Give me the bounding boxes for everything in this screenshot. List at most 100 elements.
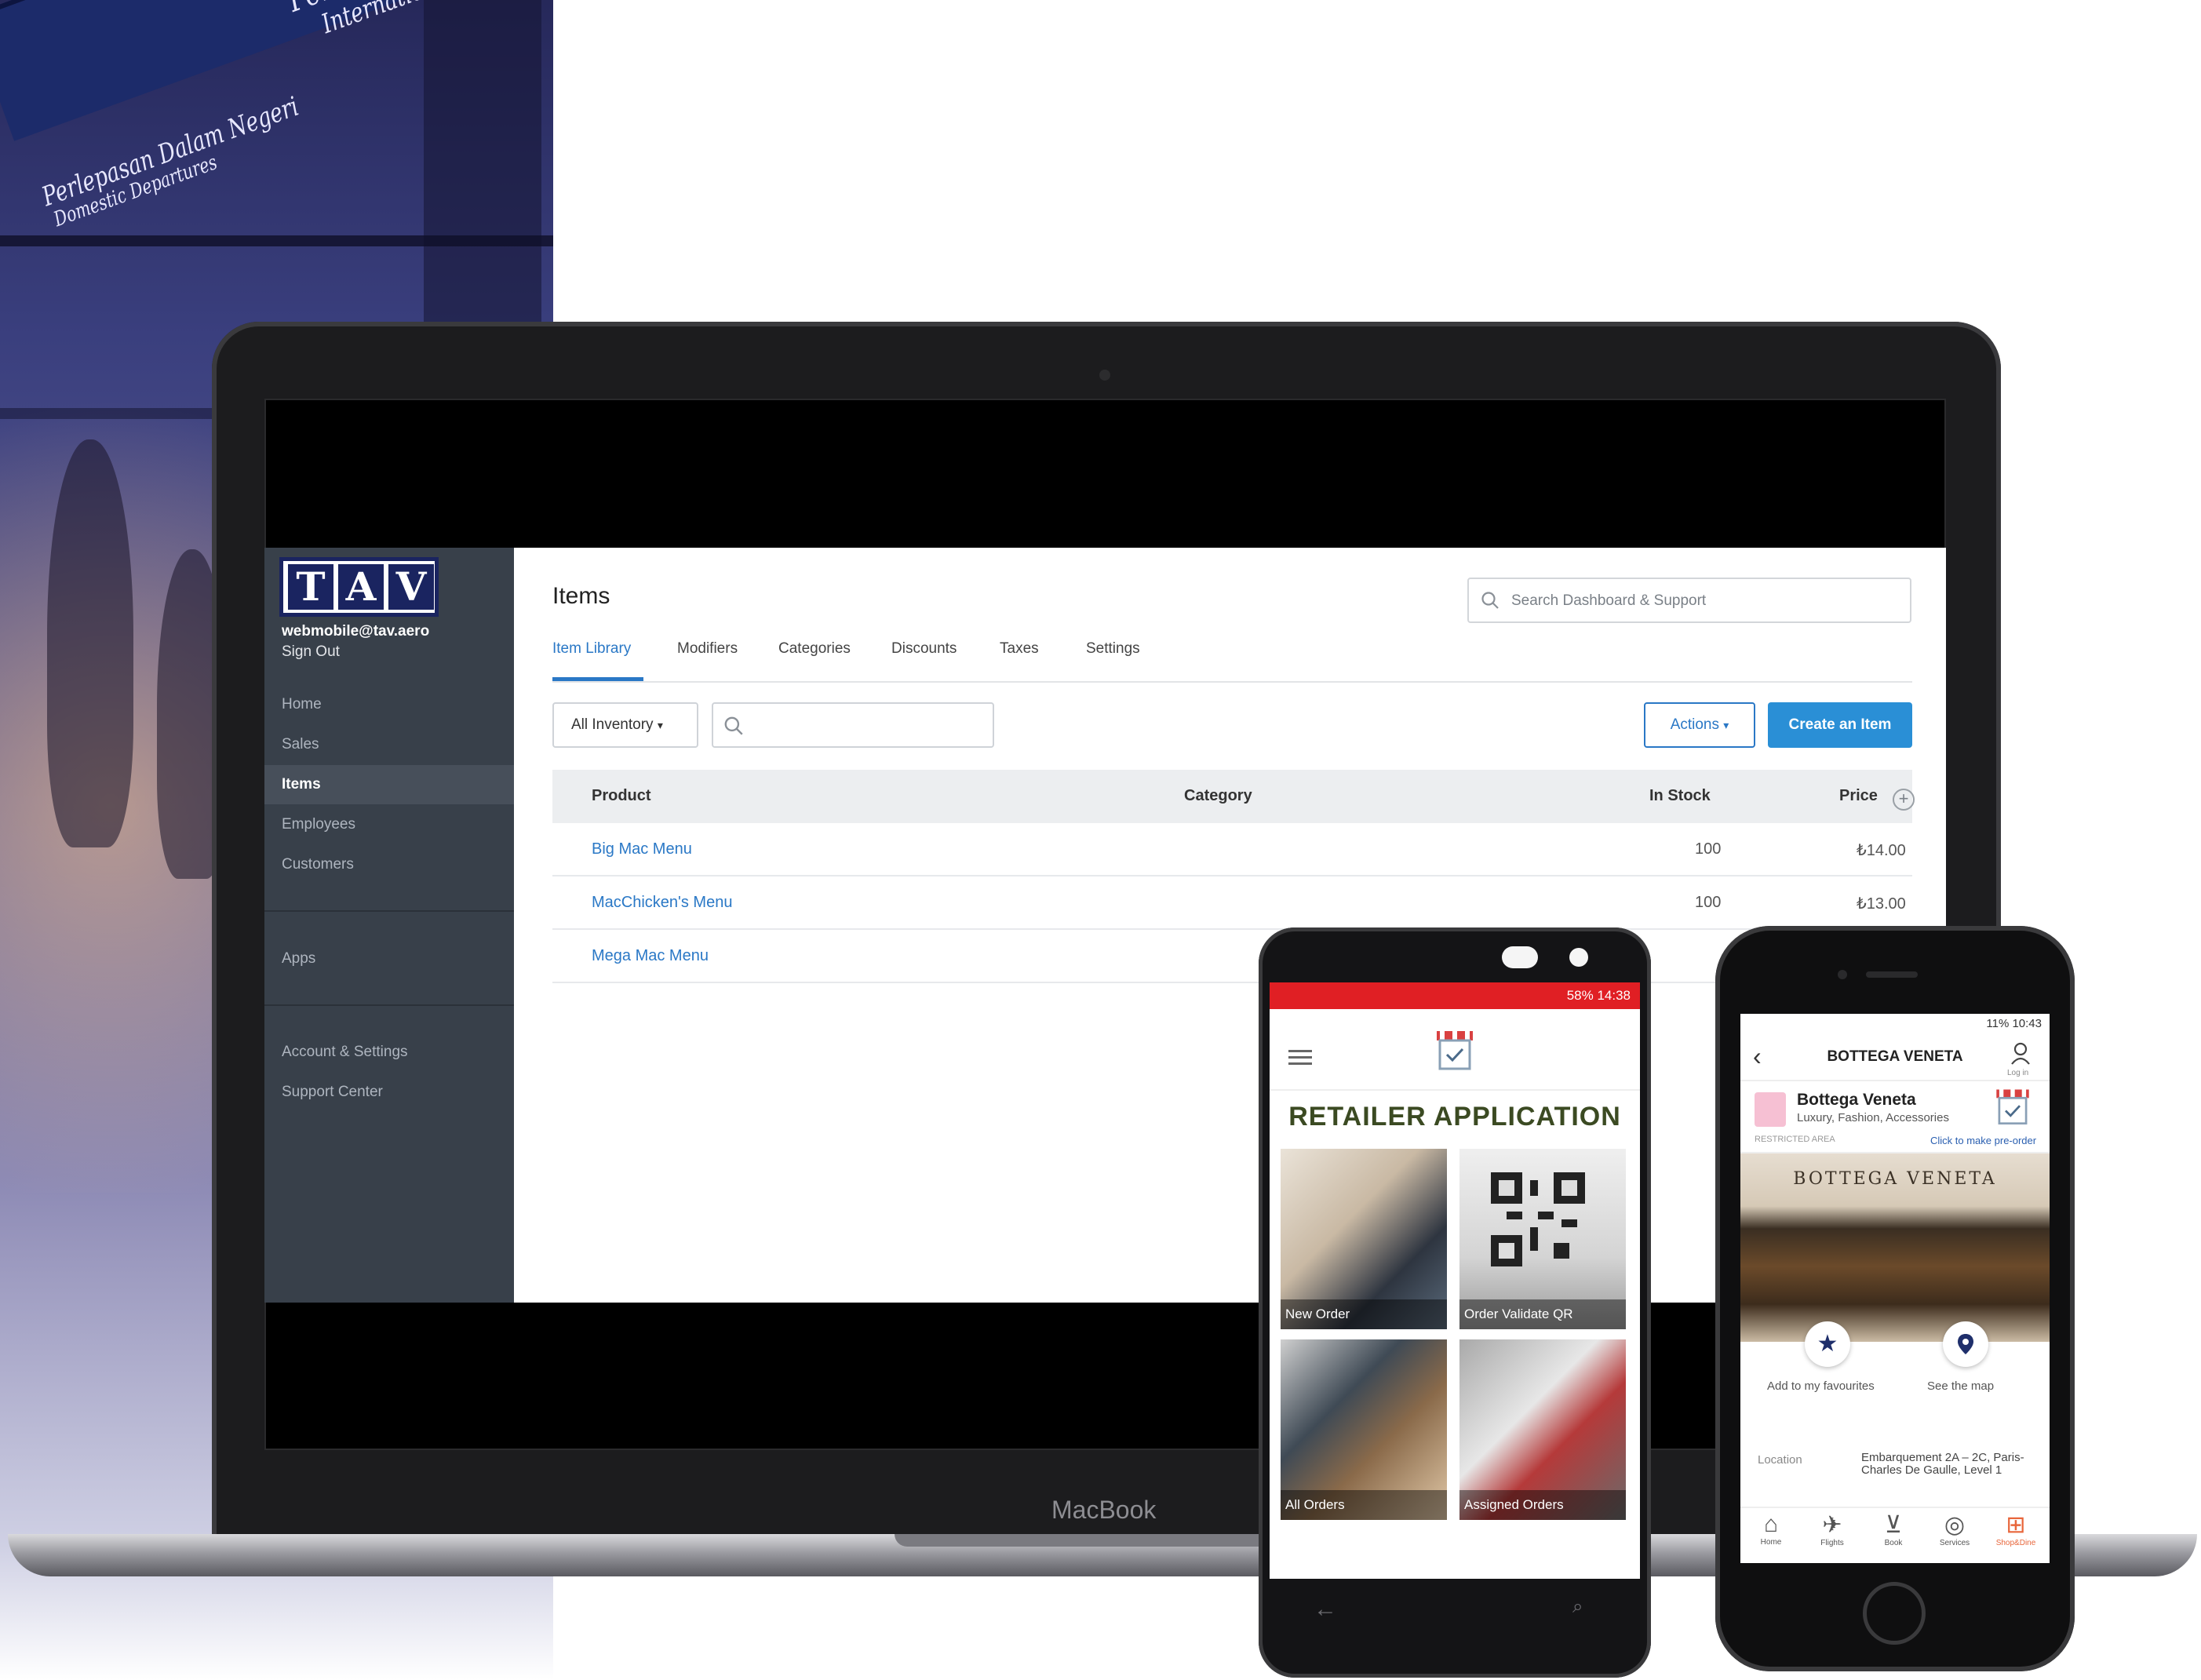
- tab-settings[interactable]: Settings: [1086, 640, 1140, 658]
- hamburger-menu-icon[interactable]: [1288, 1048, 1312, 1070]
- phone-speaker: [1866, 971, 1918, 978]
- dashboard-app: T A V webmobile@tav.aero Sign Out Home S…: [264, 548, 1946, 1303]
- sidebar-item-account-settings[interactable]: Account & Settings: [264, 1033, 514, 1072]
- page-title: Items: [552, 583, 610, 609]
- preorder-link[interactable]: Click to make pre-order: [1930, 1135, 2036, 1146]
- tab-flights[interactable]: ✈ Flights: [1802, 1511, 1863, 1547]
- filter-label: All Inventory: [571, 716, 654, 733]
- sidebar-item-apps[interactable]: Apps: [264, 939, 514, 978]
- column-header-price[interactable]: Price: [1839, 787, 1878, 805]
- table-row[interactable]: MacChicken's Menu 100 ₺13.00: [552, 876, 1912, 930]
- tab-services[interactable]: ◎ Services: [1924, 1511, 1985, 1547]
- sidebar-item-items[interactable]: Items: [264, 765, 514, 804]
- services-icon: ◎: [1944, 1512, 1966, 1538]
- tab-label: Services: [1939, 1539, 1970, 1547]
- shopping-bag-icon: [1755, 1092, 1786, 1127]
- inventory-filter-select[interactable]: All Inventory ▾: [552, 702, 698, 748]
- tab-discounts[interactable]: Discounts: [891, 640, 957, 658]
- user-email: webmobile@tav.aero: [282, 623, 430, 640]
- sidebar-divider: [264, 1004, 514, 1006]
- create-item-button[interactable]: Create an Item: [1768, 702, 1912, 748]
- marketing-scene: Perlepasan Dalam Negeri Domestic Departu…: [0, 0, 2201, 1680]
- sidebar: T A V webmobile@tav.aero Sign Out Home S…: [264, 548, 514, 1303]
- chevron-down-icon: ▾: [1723, 719, 1729, 731]
- sidebar-item-employees[interactable]: Employees: [264, 805, 514, 844]
- search-placeholder: Search Dashboard & Support: [1511, 592, 1707, 609]
- sidebar-item-home[interactable]: Home: [264, 685, 514, 724]
- tab-item-library[interactable]: Item Library: [552, 640, 631, 658]
- home-icon: ⌂: [1763, 1511, 1779, 1537]
- product-name[interactable]: MacChicken's Menu: [592, 894, 732, 912]
- tile-assigned-orders[interactable]: Assigned Orders: [1459, 1339, 1626, 1520]
- tab-home[interactable]: ⌂ Home: [1740, 1511, 1802, 1547]
- tab-book[interactable]: ⊻ Book: [1863, 1511, 1924, 1547]
- tile-new-order[interactable]: New Order: [1281, 1149, 1447, 1329]
- bottom-tab-bar: ⌂ Home ✈ Flights ⊻ Book ◎ Services ⊞ Shop&Din…: [1740, 1507, 2050, 1563]
- tab-label: Book: [1884, 1539, 1903, 1547]
- store-check-icon[interactable]: [1995, 1088, 2031, 1127]
- tile-label: New Order: [1281, 1299, 1447, 1329]
- table-row[interactable]: Big Mac Menu 100 ₺14.00: [552, 823, 1912, 876]
- actions-button[interactable]: Actions ▾: [1644, 702, 1755, 748]
- back-arrow-icon[interactable]: ←: [1314, 1596, 1337, 1623]
- column-header-product[interactable]: Product: [592, 787, 651, 805]
- map-pin-icon[interactable]: [1943, 1321, 1988, 1367]
- status-bar: 58% 14:38: [1270, 982, 1640, 1009]
- home-button[interactable]: [1863, 1582, 1926, 1645]
- retailer-app-screen: 58% 14:38 RETAILER APPLICATION New Order: [1270, 982, 1640, 1579]
- product-name[interactable]: Mega Mac Menu: [592, 947, 709, 965]
- phone-sensor: [1502, 946, 1538, 968]
- price-value: ₺13.00: [1857, 895, 1906, 913]
- chevron-down-icon: ▾: [657, 719, 663, 731]
- search-icon: [723, 715, 745, 741]
- phone-camera: [1569, 948, 1588, 967]
- laptop-notch: [895, 1534, 1303, 1547]
- store-header-title: BOTTEGA VENETA: [1827, 1048, 1963, 1065]
- backdrop-beam: [0, 235, 553, 246]
- sidebar-item-sales[interactable]: Sales: [264, 725, 514, 764]
- price-value: ₺14.00: [1857, 842, 1906, 859]
- tab-modifiers[interactable]: Modifiers: [677, 640, 738, 658]
- tile-label: Assigned Orders: [1459, 1490, 1626, 1520]
- tab-categories[interactable]: Categories: [778, 640, 851, 658]
- store-detail-screen: 11% 10:43 ‹ BOTTEGA VENETA Log in Botteg…: [1740, 1014, 2050, 1563]
- search-icon[interactable]: ⌕: [1572, 1596, 1583, 1618]
- tab-taxes[interactable]: Taxes: [1000, 640, 1039, 658]
- item-search-input[interactable]: [712, 702, 994, 748]
- cart-icon: ⊻: [1885, 1512, 1902, 1538]
- favourite-label[interactable]: Add to my favourites: [1767, 1379, 1875, 1393]
- tile-order-validate-qr[interactable]: Order Validate QR: [1459, 1149, 1626, 1329]
- sidebar-item-customers[interactable]: Customers: [264, 845, 514, 884]
- product-name[interactable]: Big Mac Menu: [592, 840, 692, 858]
- column-header-category[interactable]: Category: [1184, 787, 1252, 805]
- active-tab-indicator: [552, 677, 643, 681]
- favourite-star-icon[interactable]: ★: [1805, 1321, 1850, 1367]
- in-stock-value: 100: [1695, 894, 1722, 911]
- app-bar: [1270, 1009, 1640, 1091]
- tab-label: Flights: [1820, 1539, 1844, 1547]
- location-value: Embarquement 2A – 2C, Paris-Charles De G…: [1861, 1451, 2024, 1477]
- tab-shop-dine[interactable]: ⊞ Shop&Dine: [1985, 1511, 2046, 1547]
- table-row[interactable]: Mega Mac Menu: [552, 930, 1912, 983]
- tile-all-orders[interactable]: All Orders: [1281, 1339, 1447, 1520]
- android-phone: 58% 14:38 RETAILER APPLICATION New Order: [1259, 927, 1651, 1678]
- dashboard-search-input[interactable]: Search Dashboard & Support: [1467, 578, 1911, 623]
- user-icon[interactable]: [2010, 1042, 2031, 1070]
- sign-out-link[interactable]: Sign Out: [282, 643, 340, 661]
- sidebar-divider: [264, 910, 514, 912]
- login-label[interactable]: Log in: [2007, 1069, 2028, 1077]
- tile-label: Order Validate QR: [1459, 1299, 1626, 1329]
- tab-label: Home: [1760, 1538, 1782, 1547]
- store-header: ‹ BOTTEGA VENETA Log in: [1740, 1034, 2050, 1081]
- tav-logo[interactable]: T A V: [279, 557, 439, 617]
- status-bar: 11% 10:43: [1740, 1014, 2050, 1034]
- map-label[interactable]: See the map: [1927, 1379, 1994, 1393]
- logo-letter: T: [288, 564, 333, 610]
- add-column-icon[interactable]: +: [1893, 789, 1915, 811]
- storefront-brand: BOTTEGA VENETA: [1793, 1169, 1997, 1189]
- table-header: Product Category In Stock Price +: [552, 770, 1915, 823]
- sidebar-item-support-center[interactable]: Support Center: [264, 1073, 514, 1112]
- column-header-in-stock[interactable]: In Stock: [1649, 787, 1711, 805]
- tabs-divider: [552, 681, 1912, 683]
- store-check-icon: [1435, 1030, 1474, 1072]
